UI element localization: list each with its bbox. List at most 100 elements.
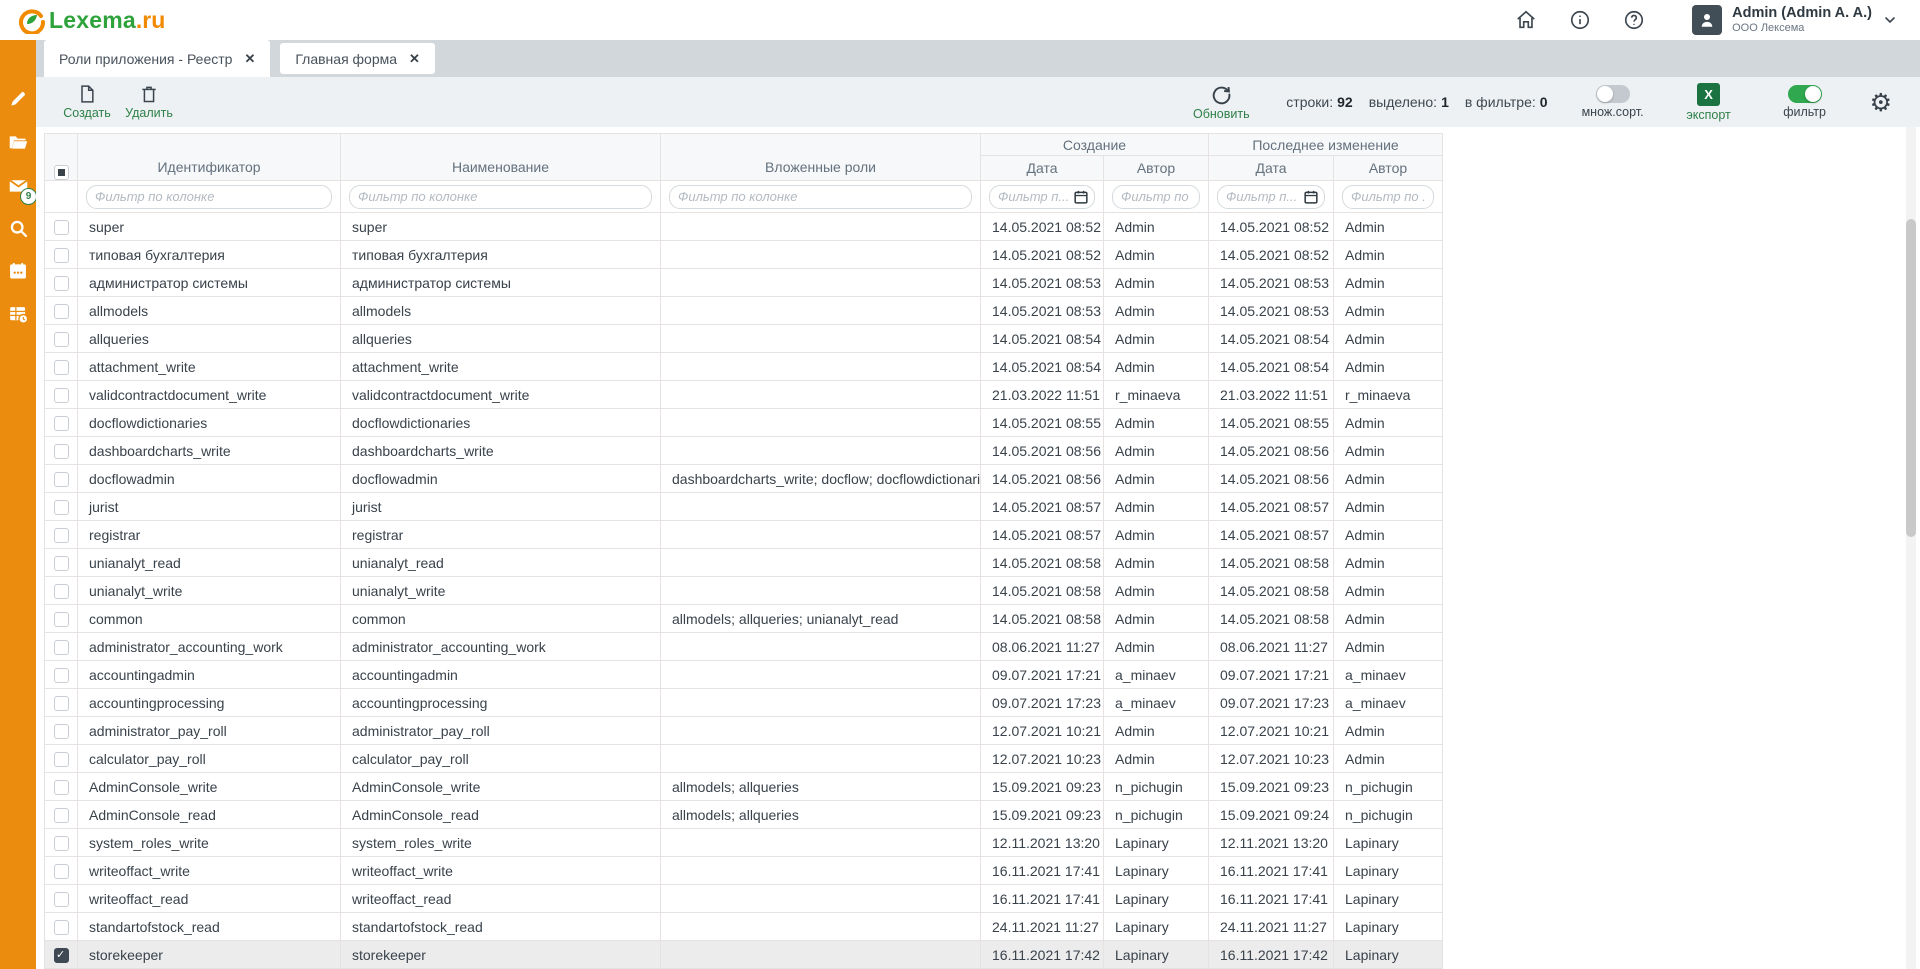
table-row[interactable]: типовая бухгалтерия типовая бухгалтерия … [45,241,1443,269]
table-row[interactable]: администратор системы администратор сист… [45,269,1443,297]
row-checkbox[interactable] [54,948,69,963]
table-row[interactable]: registrar registrar 14.05.2021 08:57 Adm… [45,521,1443,549]
calendar-icon[interactable] [1304,190,1318,204]
column-header-created-date[interactable]: Дата [981,156,1104,181]
filter-input-name[interactable] [349,185,652,209]
table-row[interactable]: docflowadmin docflowadmin dashboardchart… [45,465,1443,493]
pencil-icon[interactable] [7,88,29,110]
table-row[interactable]: unianalyt_write unianalyt_write 14.05.20… [45,577,1443,605]
row-checkbox[interactable] [54,696,69,711]
scrollbar-thumb[interactable] [1906,219,1916,537]
table-row[interactable]: AdminConsole_read AdminConsole_read allm… [45,801,1443,829]
calendar-icon[interactable] [1074,190,1088,204]
table-row[interactable]: jurist jurist 14.05.2021 08:57 Admin 14.… [45,493,1443,521]
delete-button[interactable]: Удалить [118,84,180,120]
row-checkbox[interactable] [54,584,69,599]
row-checkbox[interactable] [54,836,69,851]
row-checkbox[interactable] [54,360,69,375]
vertical-scrollbar[interactable] [1906,127,1916,969]
info-icon[interactable] [1568,8,1592,32]
cell-created-author: Admin [1104,437,1209,465]
row-checkbox[interactable] [54,864,69,879]
filter-input-changed-author[interactable] [1342,185,1434,209]
table-row[interactable]: super super 14.05.2021 08:52 Admin 14.05… [45,213,1443,241]
tab-main-form[interactable]: Главная форма ✕ [280,43,435,74]
row-checkbox[interactable] [54,920,69,935]
row-select-cell [45,213,78,241]
gear-icon[interactable]: ⚙ [1870,90,1892,115]
table-row[interactable]: calculator_pay_roll calculator_pay_roll … [45,745,1443,773]
tab-roles-registry[interactable]: Роли приложения - Реестр ✕ [44,40,270,77]
table-row[interactable]: administrator_pay_roll administrator_pay… [45,717,1443,745]
row-checkbox[interactable] [54,612,69,627]
table-row[interactable]: accountingadmin accountingadmin 09.07.20… [45,661,1443,689]
table-row[interactable]: dashboardcharts_write dashboardcharts_wr… [45,437,1443,465]
row-checkbox[interactable] [54,332,69,347]
table-row[interactable]: writeoffact_read writeoffact_read 16.11.… [45,885,1443,913]
export-button[interactable]: X экспорт [1678,83,1740,122]
toggle-on-icon[interactable] [1788,85,1822,103]
folder-icon[interactable] [7,131,29,153]
cell-identifier: common [78,605,341,633]
row-checkbox[interactable] [54,416,69,431]
table-row[interactable]: AdminConsole_write AdminConsole_write al… [45,773,1443,801]
row-checkbox[interactable] [54,892,69,907]
table-row[interactable]: allmodels allmodels 14.05.2021 08:53 Adm… [45,297,1443,325]
home-icon[interactable] [1514,8,1538,32]
row-checkbox[interactable] [54,808,69,823]
toggle-off-icon[interactable] [1596,85,1630,103]
table-row[interactable]: administrator_accounting_work administra… [45,633,1443,661]
cell-name: jurist [341,493,661,521]
search-icon[interactable] [7,217,29,239]
refresh-button[interactable]: Обновить [1190,84,1252,121]
table-row[interactable]: accountingprocessing accountingprocessin… [45,689,1443,717]
column-header-changed-author[interactable]: Автор [1334,156,1443,181]
column-header-nested-roles[interactable]: Вложенные роли [661,134,981,181]
row-checkbox[interactable] [54,752,69,767]
row-checkbox[interactable] [54,276,69,291]
column-header-changed-date[interactable]: Дата [1209,156,1334,181]
row-checkbox[interactable] [54,780,69,795]
column-header-created-author[interactable]: Автор [1104,156,1209,181]
select-all-checkbox[interactable] [54,165,69,180]
filter-input-identifier[interactable] [86,185,332,209]
table-row[interactable]: common common allmodels; allqueries; uni… [45,605,1443,633]
chevron-down-icon[interactable] [1882,12,1898,28]
close-icon[interactable]: ✕ [244,51,255,67]
filter-input-created-author[interactable] [1112,185,1200,209]
table-row[interactable]: attachment_write attachment_write 14.05.… [45,353,1443,381]
row-checkbox[interactable] [54,444,69,459]
report-clock-icon[interactable] [7,303,29,325]
multisort-toggle[interactable]: множ.сорт. [1582,85,1644,119]
close-icon[interactable]: ✕ [409,51,420,67]
row-checkbox[interactable] [54,388,69,403]
row-checkbox[interactable] [54,248,69,263]
row-checkbox[interactable] [54,668,69,683]
table-row[interactable]: system_roles_write system_roles_write 12… [45,829,1443,857]
row-checkbox[interactable] [54,640,69,655]
create-button[interactable]: Создать [56,84,118,120]
row-checkbox[interactable] [54,528,69,543]
table-row[interactable]: docflowdictionaries docflowdictionaries … [45,409,1443,437]
column-header-name[interactable]: Наименование [341,134,661,181]
row-checkbox[interactable] [54,220,69,235]
lexema-logo[interactable]: Lexema.ru [18,7,165,34]
row-checkbox[interactable] [54,500,69,515]
table-row[interactable]: storekeeper storekeeper 16.11.2021 17:42… [45,941,1443,969]
table-row[interactable]: allqueries allqueries 14.05.2021 08:54 A… [45,325,1443,353]
user-menu[interactable]: Admin (Admin A. A.) ООО Лексема [1692,5,1898,35]
table-row[interactable]: validcontractdocument_write validcontrac… [45,381,1443,409]
table-row[interactable]: unianalyt_read unianalyt_read 14.05.2021… [45,549,1443,577]
row-checkbox[interactable] [54,472,69,487]
column-header-identifier[interactable]: Идентификатор [78,134,341,181]
calendar-icon[interactable] [7,260,29,282]
mail-icon[interactable]: 9 [7,174,29,196]
row-checkbox[interactable] [54,724,69,739]
help-icon[interactable] [1622,8,1646,32]
row-checkbox[interactable] [54,304,69,319]
table-row[interactable]: standartofstock_read standartofstock_rea… [45,913,1443,941]
filter-input-nested-roles[interactable] [669,185,972,209]
table-row[interactable]: writeoffact_write writeoffact_write 16.1… [45,857,1443,885]
row-checkbox[interactable] [54,556,69,571]
filter-toggle[interactable]: фильтр [1774,85,1836,119]
